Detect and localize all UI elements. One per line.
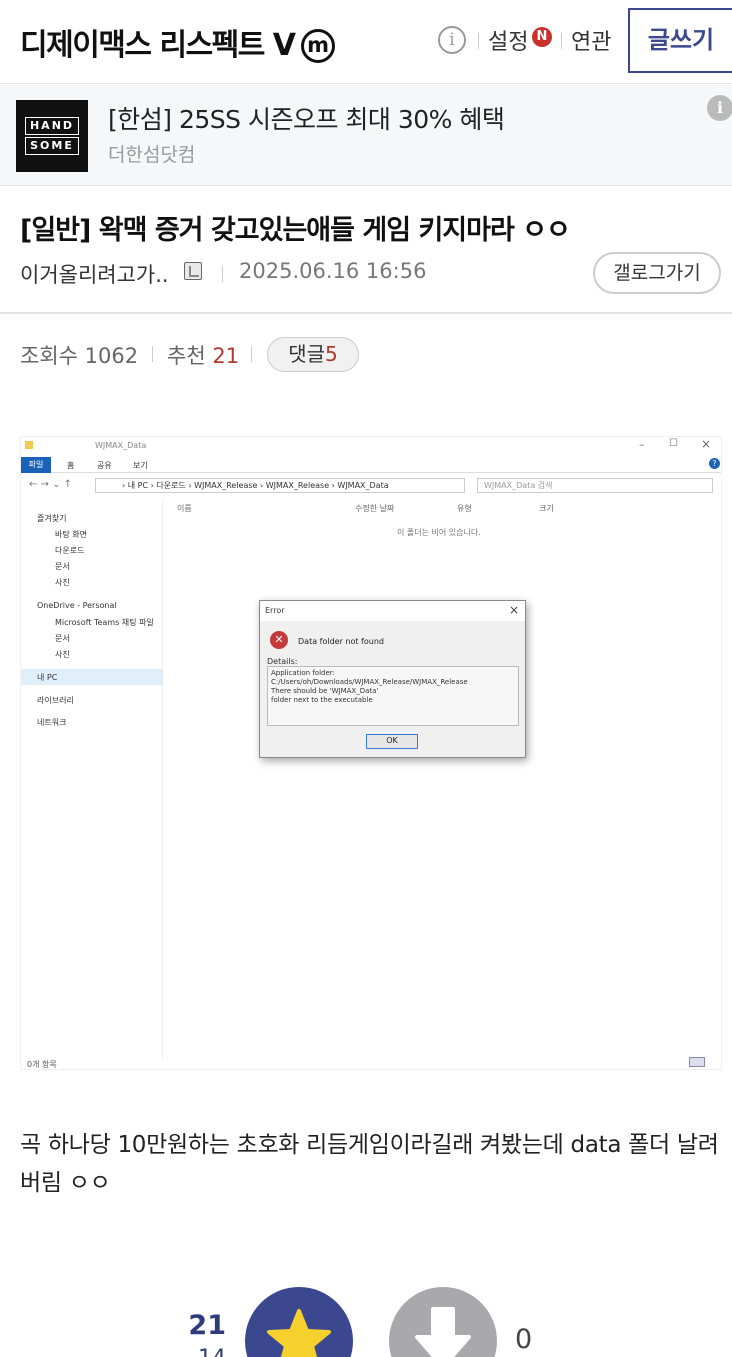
explorer-window-title: WJMAX_Data [95,441,147,450]
minor-gallery-badge-icon: m [300,29,335,63]
ribbon-tab-home: 홈 [67,461,75,470]
nav-onedrive: OneDrive - Personal [37,601,117,610]
nav-teams-files: Microsoft Teams 채팅 파일 [55,618,154,627]
nav-downloads: 다운로드 [55,546,85,555]
empty-folder-message: 이 폴더는 비어 있습니다. [397,528,481,537]
ad-info-icon[interactable]: i [707,95,732,121]
header-divider [561,33,562,49]
author-nickname[interactable]: 이거올리려고가.. [20,259,169,289]
fixed-nick-icon [184,262,202,280]
views-value: 1062 [84,344,139,368]
recommend-value: 21 [212,344,240,368]
meta-divider [251,346,252,362]
col-type: 유형 [457,504,472,513]
col-modified: 수정한 날짜 [355,504,395,513]
meta-divider [222,266,223,282]
new-badge: N [532,27,552,47]
header-divider [478,33,479,49]
details-line: folder next to the executable [271,696,373,704]
error-icon: ✕ [270,631,288,649]
error-dialog: Error × ✕ Data folder not found Details:… [259,600,526,758]
recommend-count: 추천 21 [167,340,239,370]
write-button[interactable]: 글쓰기 [628,8,732,73]
ribbon-tab-file: 파일 [21,457,51,473]
help-icon: ? [709,458,720,469]
post-title: [일반] 왁맥 증거 갖고있는애들 게임 키지마라 ㅇㅇ [20,215,571,246]
ribbon-tab-share: 공유 [97,461,112,470]
explorer-nav-pane: 즐겨찾기 바탕 화면 다운로드 문서 사진 OneDrive - Persona… [21,499,163,1059]
ad-banner[interactable]: HAND SOME [한섬] 25SS 시즌오프 최대 30% 혜택 더한섬닷컴… [0,85,732,186]
ad-subtitle: 더한섬닷컴 [108,144,196,166]
nav-quick-access: 즐겨찾기 [37,514,67,523]
dialog-message: Data folder not found [298,637,384,646]
explorer-ribbon: 파일 홈 공유 보기 ? [21,457,721,473]
close-icon: × [701,437,712,451]
view-count: 조회수 1062 [20,340,138,370]
not-recommend-count: 0 [515,1324,533,1355]
dialog-close-icon: × [508,603,519,617]
nav-od-pictures: 사진 [55,650,70,659]
recommend-button[interactable] [245,1287,353,1357]
search-box: WJMAX_Data 검색 [477,478,713,493]
col-name: 이름 [177,504,192,513]
logo-line: HAND [25,117,79,135]
minimize-icon: – [639,438,645,451]
explorer-address-row: ← → ⌄ ↑ › 내 PC › 다운로드 › WJMAX_Release › … [21,475,721,497]
comments-label: 댓글 [288,342,326,366]
comments-value: 5 [325,342,338,366]
details-line: C:/Users/oh/Downloads/WJMAX_Release/WJMA… [271,678,468,686]
details-view-icon [689,1057,705,1067]
recommend-vote-count: 21 [188,1310,226,1341]
related-link[interactable]: 연관 [571,24,611,56]
settings-link[interactable]: 설정 [488,24,528,56]
meta-divider [152,346,153,362]
folder-icon [25,441,33,449]
nav-od-documents: 문서 [55,634,70,643]
gallery-title-text[interactable]: 디제이맥스 리스펙트 V [20,28,296,63]
ribbon-tab-view: 보기 [133,461,148,470]
ad-title[interactable]: [한섬] 25SS 시즌오프 최대 30% 혜택 [108,100,505,136]
gallog-button[interactable]: 갤로그가기 [593,252,721,294]
details-line: Application folder: [271,669,335,677]
views-label: 조회수 [20,344,78,368]
nav-this-pc: 내 PC [37,673,58,682]
nav-pictures: 사진 [55,578,70,587]
address-bar: › 내 PC › 다운로드 › WJMAX_Release › WJMAX_Re… [95,478,465,493]
explorer-titlebar: WJMAX_Data – ☐ × [21,437,721,455]
nav-documents: 문서 [55,562,70,571]
nav-desktop: 바탕 화면 [55,530,87,539]
nav-libraries: 라이브러리 [37,696,74,705]
dialog-details: Application folder: C:/Users/oh/Download… [267,666,519,726]
item-count-status: 0개 항목 [27,1060,57,1069]
top-header: 디제이맥스 리스펙트 Vm i 설정 N 연관 글쓰기 [0,0,732,84]
post-image[interactable]: WJMAX_Data – ☐ × 파일 홈 공유 보기 ? ← → ⌄ ↑ › … [20,436,722,1070]
col-size: 크기 [539,504,554,513]
recommend-label: 추천 [167,344,206,368]
maximize-icon: ☐ [669,438,678,449]
dialog-ok-button: OK [366,734,418,749]
arrow-down-icon [415,1307,471,1357]
gallery-title[interactable]: 디제이맥스 리스펙트 Vm [20,20,335,64]
details-line: There should be 'WJMAX_Data' [271,687,379,695]
dialog-title: Error × [260,601,525,621]
post-date: 2025.06.16 16:56 [239,259,427,283]
star-icon [267,1309,331,1357]
dialog-details-label: Details: [267,657,298,666]
nav-network: 네트워크 [37,718,67,727]
divider [0,312,732,314]
fixed-recommend-count: 14 [150,1346,226,1357]
nav-arrows-icon: ← → ⌄ ↑ [29,479,73,490]
logo-line: SOME [25,137,79,155]
post-body: 곡 하나당 10만원하는 초호화 리듬게임이라길래 켜봤는데 data 폴더 날… [20,1132,719,1196]
not-recommend-button[interactable] [389,1287,497,1357]
dialog-title-text: Error [265,606,285,615]
info-icon[interactable]: i [438,26,466,54]
handsome-logo: HAND SOME [16,100,88,172]
comment-count-button[interactable]: 댓글5 [267,337,359,372]
